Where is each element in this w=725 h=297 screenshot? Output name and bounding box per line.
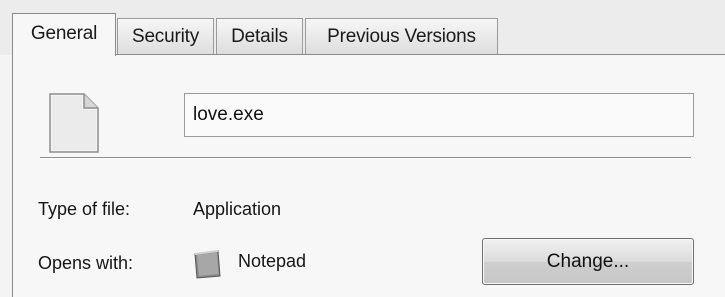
tab-security[interactable]: Security xyxy=(117,18,214,54)
tab-general[interactable]: General xyxy=(12,13,116,56)
tab-previous-versions[interactable]: Previous Versions xyxy=(305,18,498,54)
generic-file-icon xyxy=(49,93,99,153)
change-button[interactable]: Change... xyxy=(482,238,694,285)
opens-with-value: Notepad xyxy=(238,251,307,271)
notepad-icon xyxy=(194,250,221,279)
type-of-file-value: Application xyxy=(193,199,282,219)
tab-details[interactable]: Details xyxy=(216,18,303,54)
tab-bar: General Security Details Previous Versio… xyxy=(0,0,725,56)
file-name-field[interactable] xyxy=(184,93,694,137)
type-of-file-label: Type of file: xyxy=(38,199,131,219)
opens-with-label: Opens with: xyxy=(38,253,134,273)
divider xyxy=(40,157,691,159)
